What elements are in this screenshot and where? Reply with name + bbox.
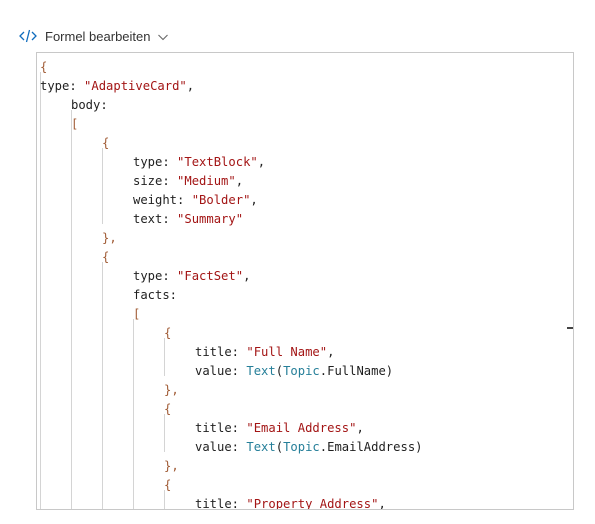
code-token: facts: — [133, 288, 178, 302]
code-line[interactable]: size: "Medium", — [133, 172, 243, 191]
code-line[interactable]: }, — [164, 457, 179, 476]
indent-guide — [71, 110, 72, 509]
formula-editor[interactable]: { type: "AdaptiveCard", body: [ { type: "Text… — [36, 52, 574, 510]
code-token: { — [40, 60, 48, 74]
code-line[interactable]: title: "Email Address", — [195, 419, 364, 438]
code-line[interactable]: { — [102, 134, 109, 153]
code-token: , — [250, 193, 258, 207]
code-token: , — [186, 79, 195, 93]
code-token: text: — [133, 212, 178, 226]
indent-guide — [164, 338, 165, 376]
code-token: value: — [195, 364, 247, 378]
code-token: .FullName) — [319, 364, 394, 378]
code-token: }, — [164, 383, 179, 397]
code-token: "Email Address" — [246, 421, 357, 435]
code-line[interactable]: title: "Full Name", — [195, 343, 334, 362]
code-token: "Summary" — [177, 212, 244, 226]
code-token: type: — [133, 269, 178, 283]
code-line[interactable]: body: — [71, 96, 108, 115]
code-line[interactable]: text: "Summary" — [133, 210, 243, 229]
code-line[interactable]: }, — [102, 229, 117, 248]
code-token: { — [102, 250, 110, 264]
code-line[interactable]: { — [164, 324, 171, 343]
code-line[interactable]: value: Text(Topic.EmailAddress) — [195, 438, 423, 457]
indent-guide — [164, 414, 165, 452]
code-token: }, — [164, 459, 179, 473]
code-line[interactable]: type: "FactSet", — [133, 267, 250, 286]
code-token: title: — [195, 345, 247, 359]
code-token: }, — [102, 231, 117, 245]
code-line[interactable]: [ — [133, 305, 140, 324]
code-token: Text — [246, 440, 276, 454]
code-line[interactable]: type: "TextBlock", — [133, 153, 265, 172]
code-token: title: — [195, 497, 247, 510]
code-token: body: — [71, 98, 108, 112]
code-icon — [19, 27, 37, 45]
code-line[interactable]: facts: — [133, 286, 177, 305]
indent-guide — [102, 148, 103, 224]
code-token: "Property Address" — [246, 497, 379, 510]
code-token: title: — [195, 421, 247, 435]
code-token: { — [164, 402, 172, 416]
code-token: type: — [133, 155, 178, 169]
scrollbar-marker[interactable] — [567, 327, 573, 329]
code-line[interactable]: value: Text(Topic.FullName) — [195, 362, 393, 381]
code-token: ( — [275, 364, 284, 378]
code-line[interactable]: { — [102, 248, 109, 267]
code-token: "AdaptiveCard" — [84, 79, 187, 93]
indent-guide — [102, 262, 103, 509]
code-token: "TextBlock" — [177, 155, 258, 169]
code-token: , — [243, 269, 251, 283]
code-token: , — [257, 155, 266, 169]
code-line[interactable]: type: "AdaptiveCard", — [40, 77, 194, 96]
code-token: Topic — [283, 364, 320, 378]
code-line[interactable]: { — [164, 400, 171, 419]
code-token: "FactSet" — [177, 269, 244, 283]
code-line[interactable]: [ — [71, 115, 78, 134]
code-line[interactable]: }, — [164, 381, 179, 400]
code-token: { — [164, 478, 172, 492]
code-line[interactable]: { — [40, 58, 47, 77]
code-token: type: — [40, 79, 85, 93]
code-line[interactable]: { — [164, 476, 171, 495]
code-token: ( — [275, 440, 284, 454]
code-line[interactable]: weight: "Bolder", — [133, 191, 258, 210]
code-token: "Bolder" — [191, 193, 251, 207]
toolbar-title: Formel bearbeiten — [45, 28, 151, 44]
chevron-down-icon[interactable] — [157, 30, 169, 42]
code-token: { — [164, 326, 172, 340]
code-line[interactable]: title: "Property Address", — [195, 495, 386, 510]
code-token: , — [327, 345, 335, 359]
code-token: value: — [195, 440, 247, 454]
code-token: [ — [133, 307, 141, 321]
code-token: , — [235, 174, 244, 188]
code-token: "Full Name" — [246, 345, 328, 359]
code-token: weight: — [133, 193, 192, 207]
indent-guide — [133, 319, 134, 509]
code-token: "Medium" — [177, 174, 236, 188]
indent-guide — [40, 72, 41, 509]
code-token: { — [102, 136, 110, 150]
code-token: [ — [71, 117, 79, 131]
code-token: , — [356, 421, 364, 435]
code-token: Topic — [283, 440, 320, 454]
code-token: size: — [133, 174, 178, 188]
edit-formula-toggle[interactable]: Formel bearbeiten — [19, 26, 169, 46]
code-token: .EmailAddress) — [319, 440, 423, 454]
code-token: Text — [246, 364, 276, 378]
code-token: , — [378, 497, 386, 510]
